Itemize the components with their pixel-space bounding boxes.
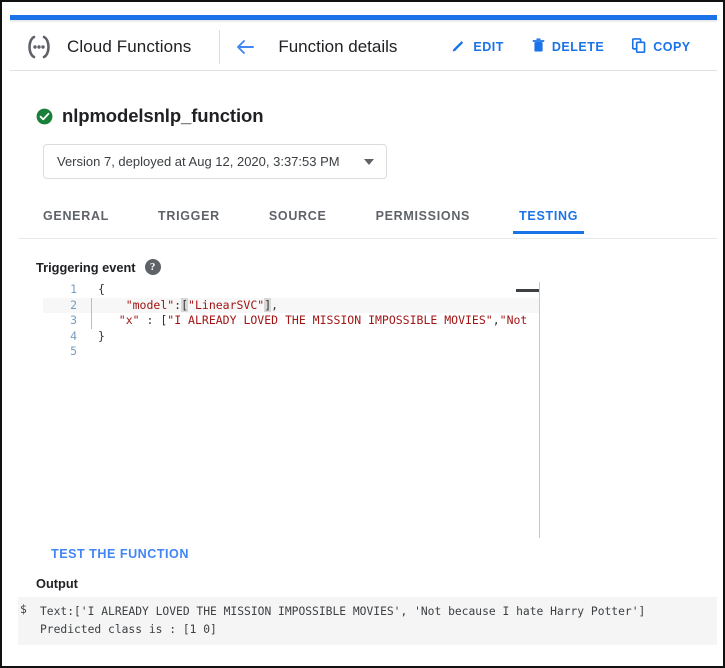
cloud-functions-icon — [24, 34, 54, 60]
code-line: 1 { — [43, 282, 539, 298]
code-line-text: "x" : ["I ALREADY LOVED THE MISSION IMPO… — [92, 313, 539, 329]
code-line: 3 "x" : ["I ALREADY LOVED THE MISSION IM… — [43, 313, 539, 329]
triggering-event-editor[interactable]: 1 { 2 "model":["LinearSVC"], 3 "x" : ["I… — [43, 282, 540, 538]
tab-bar: GENERAL TRIGGER SOURCE PERMISSIONS TESTI… — [43, 205, 717, 239]
tab-source[interactable]: SOURCE — [269, 205, 327, 234]
header-actions: EDIT DELETE COPY — [445, 32, 712, 62]
screenshot-frame: Cloud Functions Function details EDIT DE… — [0, 0, 725, 668]
code-key: "model" — [125, 297, 175, 312]
code-line: 4 } — [43, 329, 539, 345]
code-colon: : — [139, 313, 161, 327]
output-line: Text:['I ALREADY LOVED THE MISSION IMPOS… — [40, 605, 646, 618]
code-line: 2 "model":["LinearSVC"], — [43, 297, 539, 314]
brand-area[interactable]: Cloud Functions — [10, 23, 191, 70]
triggering-event-header: Triggering event ? — [36, 259, 161, 275]
version-select[interactable]: Version 7, deployed at Aug 12, 2020, 3:3… — [43, 144, 387, 179]
check-circle-icon — [36, 108, 53, 125]
delete-button[interactable]: DELETE — [526, 32, 614, 62]
tab-permissions[interactable]: PERMISSIONS — [376, 205, 471, 234]
line-number: 5 — [70, 344, 77, 358]
code-string: "LinearSVC" — [188, 297, 265, 312]
pencil-icon — [451, 38, 473, 56]
output-line: Predicted class is : [1 0] — [40, 623, 217, 636]
header-divider — [219, 29, 221, 64]
code-line-text: "model":["LinearSVC"], — [92, 297, 539, 314]
editor-horizontal-scrollbar[interactable] — [516, 289, 539, 292]
output-panel: Text:['I ALREADY LOVED THE MISSION IMPOS… — [18, 597, 717, 645]
output-label: Output — [36, 576, 78, 591]
code-line: 5 — [43, 344, 539, 360]
edit-button[interactable]: EDIT — [445, 32, 513, 62]
back-arrow-icon[interactable] — [234, 36, 256, 58]
version-select-value: Version 7, deployed at Aug 12, 2020, 3:3… — [57, 154, 340, 169]
line-number: 4 — [70, 328, 77, 343]
tab-testing[interactable]: TESTING — [513, 205, 585, 234]
tab-general[interactable]: GENERAL — [43, 205, 109, 234]
function-name: nlpmodelsnlp_function — [62, 105, 264, 126]
copy-button[interactable]: COPY — [626, 32, 700, 62]
code-line-text: { — [98, 282, 105, 296]
app-header: Cloud Functions Function details EDIT DE… — [10, 23, 717, 71]
tab-trigger[interactable]: TRIGGER — [158, 205, 220, 234]
app-window: Cloud Functions Function details EDIT DE… — [10, 10, 717, 660]
code-line-text: } — [98, 328, 105, 343]
line-number: 2 — [70, 297, 77, 312]
code-open-bracket: [ — [181, 297, 189, 312]
brand-title: Cloud Functions — [67, 36, 192, 56]
code-comma: , — [271, 297, 279, 312]
copy-button-label: COPY — [653, 39, 691, 54]
edit-button-label: EDIT — [473, 39, 504, 54]
code-string-truncated: "Not — [499, 313, 528, 327]
output-prompt: $ — [20, 603, 27, 616]
chevron-down-icon — [364, 158, 374, 165]
code-string: "I ALREADY LOVED THE MISSION IMPOSSIBLE … — [167, 313, 493, 327]
copy-icon — [632, 37, 653, 56]
tab-bar-divider — [18, 238, 717, 239]
line-number: 1 — [70, 282, 77, 296]
code-key: "x" — [118, 313, 140, 327]
code-comma: , — [492, 313, 500, 327]
test-the-function-button[interactable]: TEST THE FUNCTION — [51, 547, 189, 561]
delete-button-label: DELETE — [551, 39, 605, 54]
triggering-event-label: Triggering event — [36, 259, 136, 275]
trash-icon — [532, 37, 552, 56]
function-title-row: nlpmodelsnlp_function — [36, 105, 264, 127]
help-circle-icon[interactable]: ? — [144, 259, 161, 275]
line-number: 3 — [70, 313, 77, 327]
page-title: Function details — [278, 36, 398, 56]
